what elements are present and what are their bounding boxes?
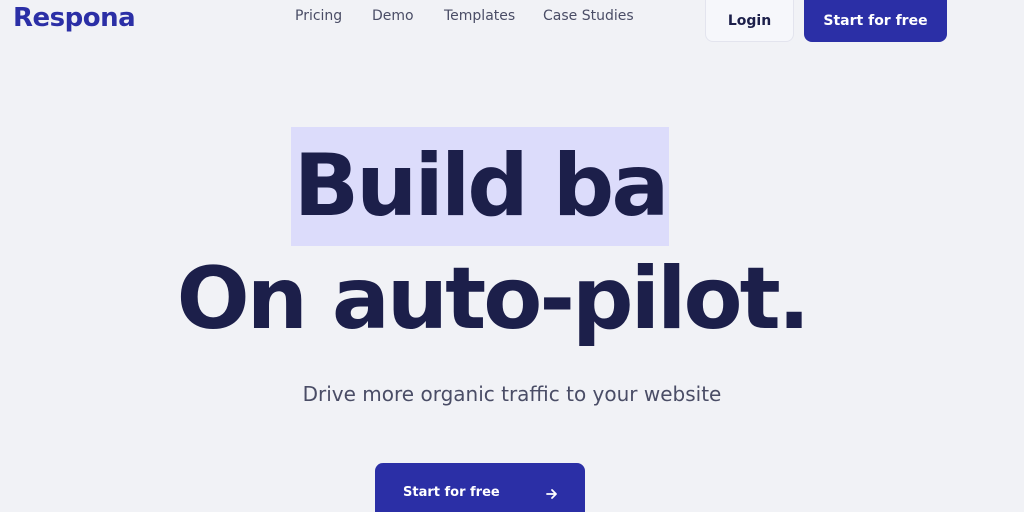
hero-subtitle: Drive more organic traffic to your websi… [302,382,722,406]
start-for-free-header-button[interactable]: Start for free [804,0,947,42]
hero-headline-line2: On auto-pilot. [176,249,811,349]
landing-page: Respona Pricing Demo Templates Case Stud… [0,0,1024,512]
hero-headline-line1: Build ba [293,136,670,236]
start-for-free-cta-button[interactable]: Start for free [375,463,585,512]
respona-logo[interactable]: Respona [13,0,136,36]
nav-demo[interactable]: Demo [372,8,414,24]
cta-label: Start for free [403,485,500,500]
nav-templates[interactable]: Templates [444,8,515,24]
nav-case-studies[interactable]: Case Studies [543,8,634,24]
nav-pricing[interactable]: Pricing [295,8,342,24]
login-button[interactable]: Login [705,0,794,42]
arrow-right-icon [546,489,557,499]
